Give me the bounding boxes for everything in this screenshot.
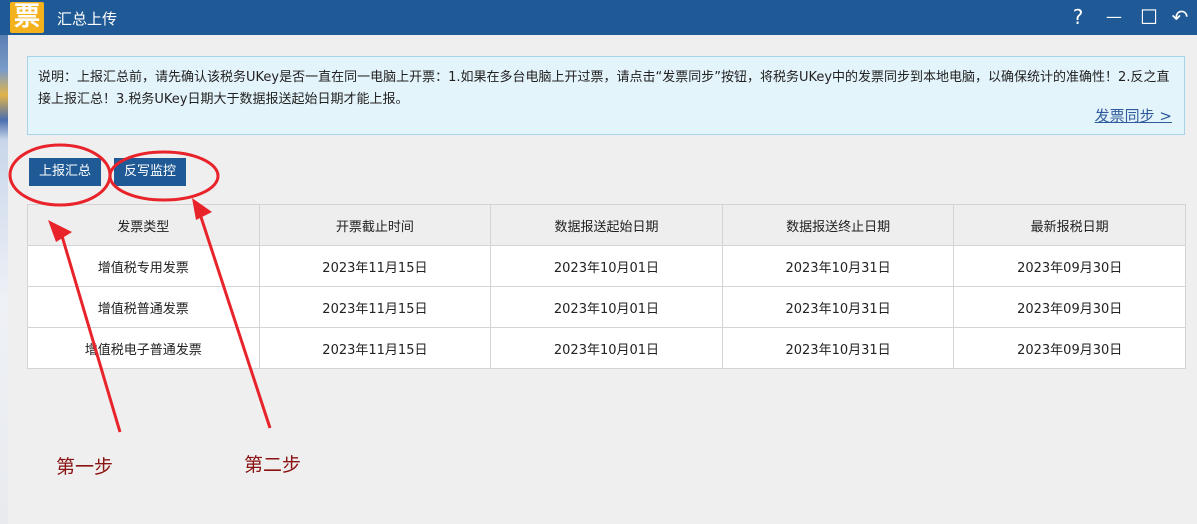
app-logo: 票 (10, 2, 44, 33)
column-header: 发票类型 (27, 204, 260, 246)
table-row: 增值税专用发票 2023年11月15日 2023年10月01日 2023年10月… (27, 245, 1186, 287)
column-header: 数据报送起始日期 (490, 204, 723, 246)
invoice-summary-table: 发票类型 开票截止时间 数据报送起始日期 数据报送终止日期 最新报税日期 增值税… (27, 204, 1186, 369)
step1-label: 第一步 (56, 456, 114, 478)
table-cell: 2023年10月01日 (490, 327, 723, 369)
table-cell: 增值税专用发票 (27, 245, 260, 287)
table-cell: 2023年10月01日 (490, 245, 723, 287)
column-header: 数据报送终止日期 (721, 204, 955, 246)
help-icon[interactable]: ? (1065, 4, 1091, 30)
table-cell: 2023年10月01日 (490, 286, 723, 328)
report-summary-button[interactable]: 上报汇总 (29, 158, 102, 186)
notice-text: 说明：上报汇总前，请先确认该税务UKey是否一直在同一电脑上开票：1.如果在多台… (38, 70, 1170, 107)
maximize-icon[interactable]: ☐ (1136, 4, 1162, 30)
title-bar: 票 汇总上传 ? — ☐ ↶ (0, 0, 1197, 35)
table-cell: 2023年11月15日 (258, 245, 492, 287)
background-app-strip (0, 0, 8, 524)
window-title: 汇总上传 (57, 10, 118, 28)
minimize-icon[interactable]: — (1101, 4, 1127, 30)
back-icon[interactable]: ↶ (1167, 4, 1193, 30)
table-cell: 2023年09月30日 (953, 286, 1186, 328)
table-cell: 增值税电子普通发票 (27, 327, 260, 369)
table-cell: 2023年10月31日 (721, 327, 955, 369)
invoice-sync-link[interactable]: 发票同步 > (1095, 105, 1172, 126)
table-row: 增值税电子普通发票 2023年11月15日 2023年10月01日 2023年1… (27, 327, 1186, 369)
table-cell: 2023年09月30日 (953, 245, 1186, 287)
table-cell: 2023年10月31日 (721, 286, 955, 328)
table-cell: 2023年11月15日 (258, 286, 492, 328)
step2-label: 第二步 (244, 454, 302, 476)
column-header: 最新报税日期 (953, 204, 1186, 246)
table-cell: 增值税普通发票 (27, 286, 260, 328)
table-header-row: 发票类型 开票截止时间 数据报送起始日期 数据报送终止日期 最新报税日期 (27, 204, 1186, 246)
notice-panel: 说明：上报汇总前，请先确认该税务UKey是否一直在同一电脑上开票：1.如果在多台… (27, 56, 1185, 135)
table-cell: 2023年11月15日 (258, 327, 492, 369)
write-back-monitor-button[interactable]: 反写监控 (114, 158, 187, 186)
table-row: 增值税普通发票 2023年11月15日 2023年10月01日 2023年10月… (27, 286, 1186, 328)
table-cell: 2023年09月30日 (953, 327, 1186, 369)
column-header: 开票截止时间 (258, 204, 492, 246)
table-cell: 2023年10月31日 (721, 245, 955, 287)
